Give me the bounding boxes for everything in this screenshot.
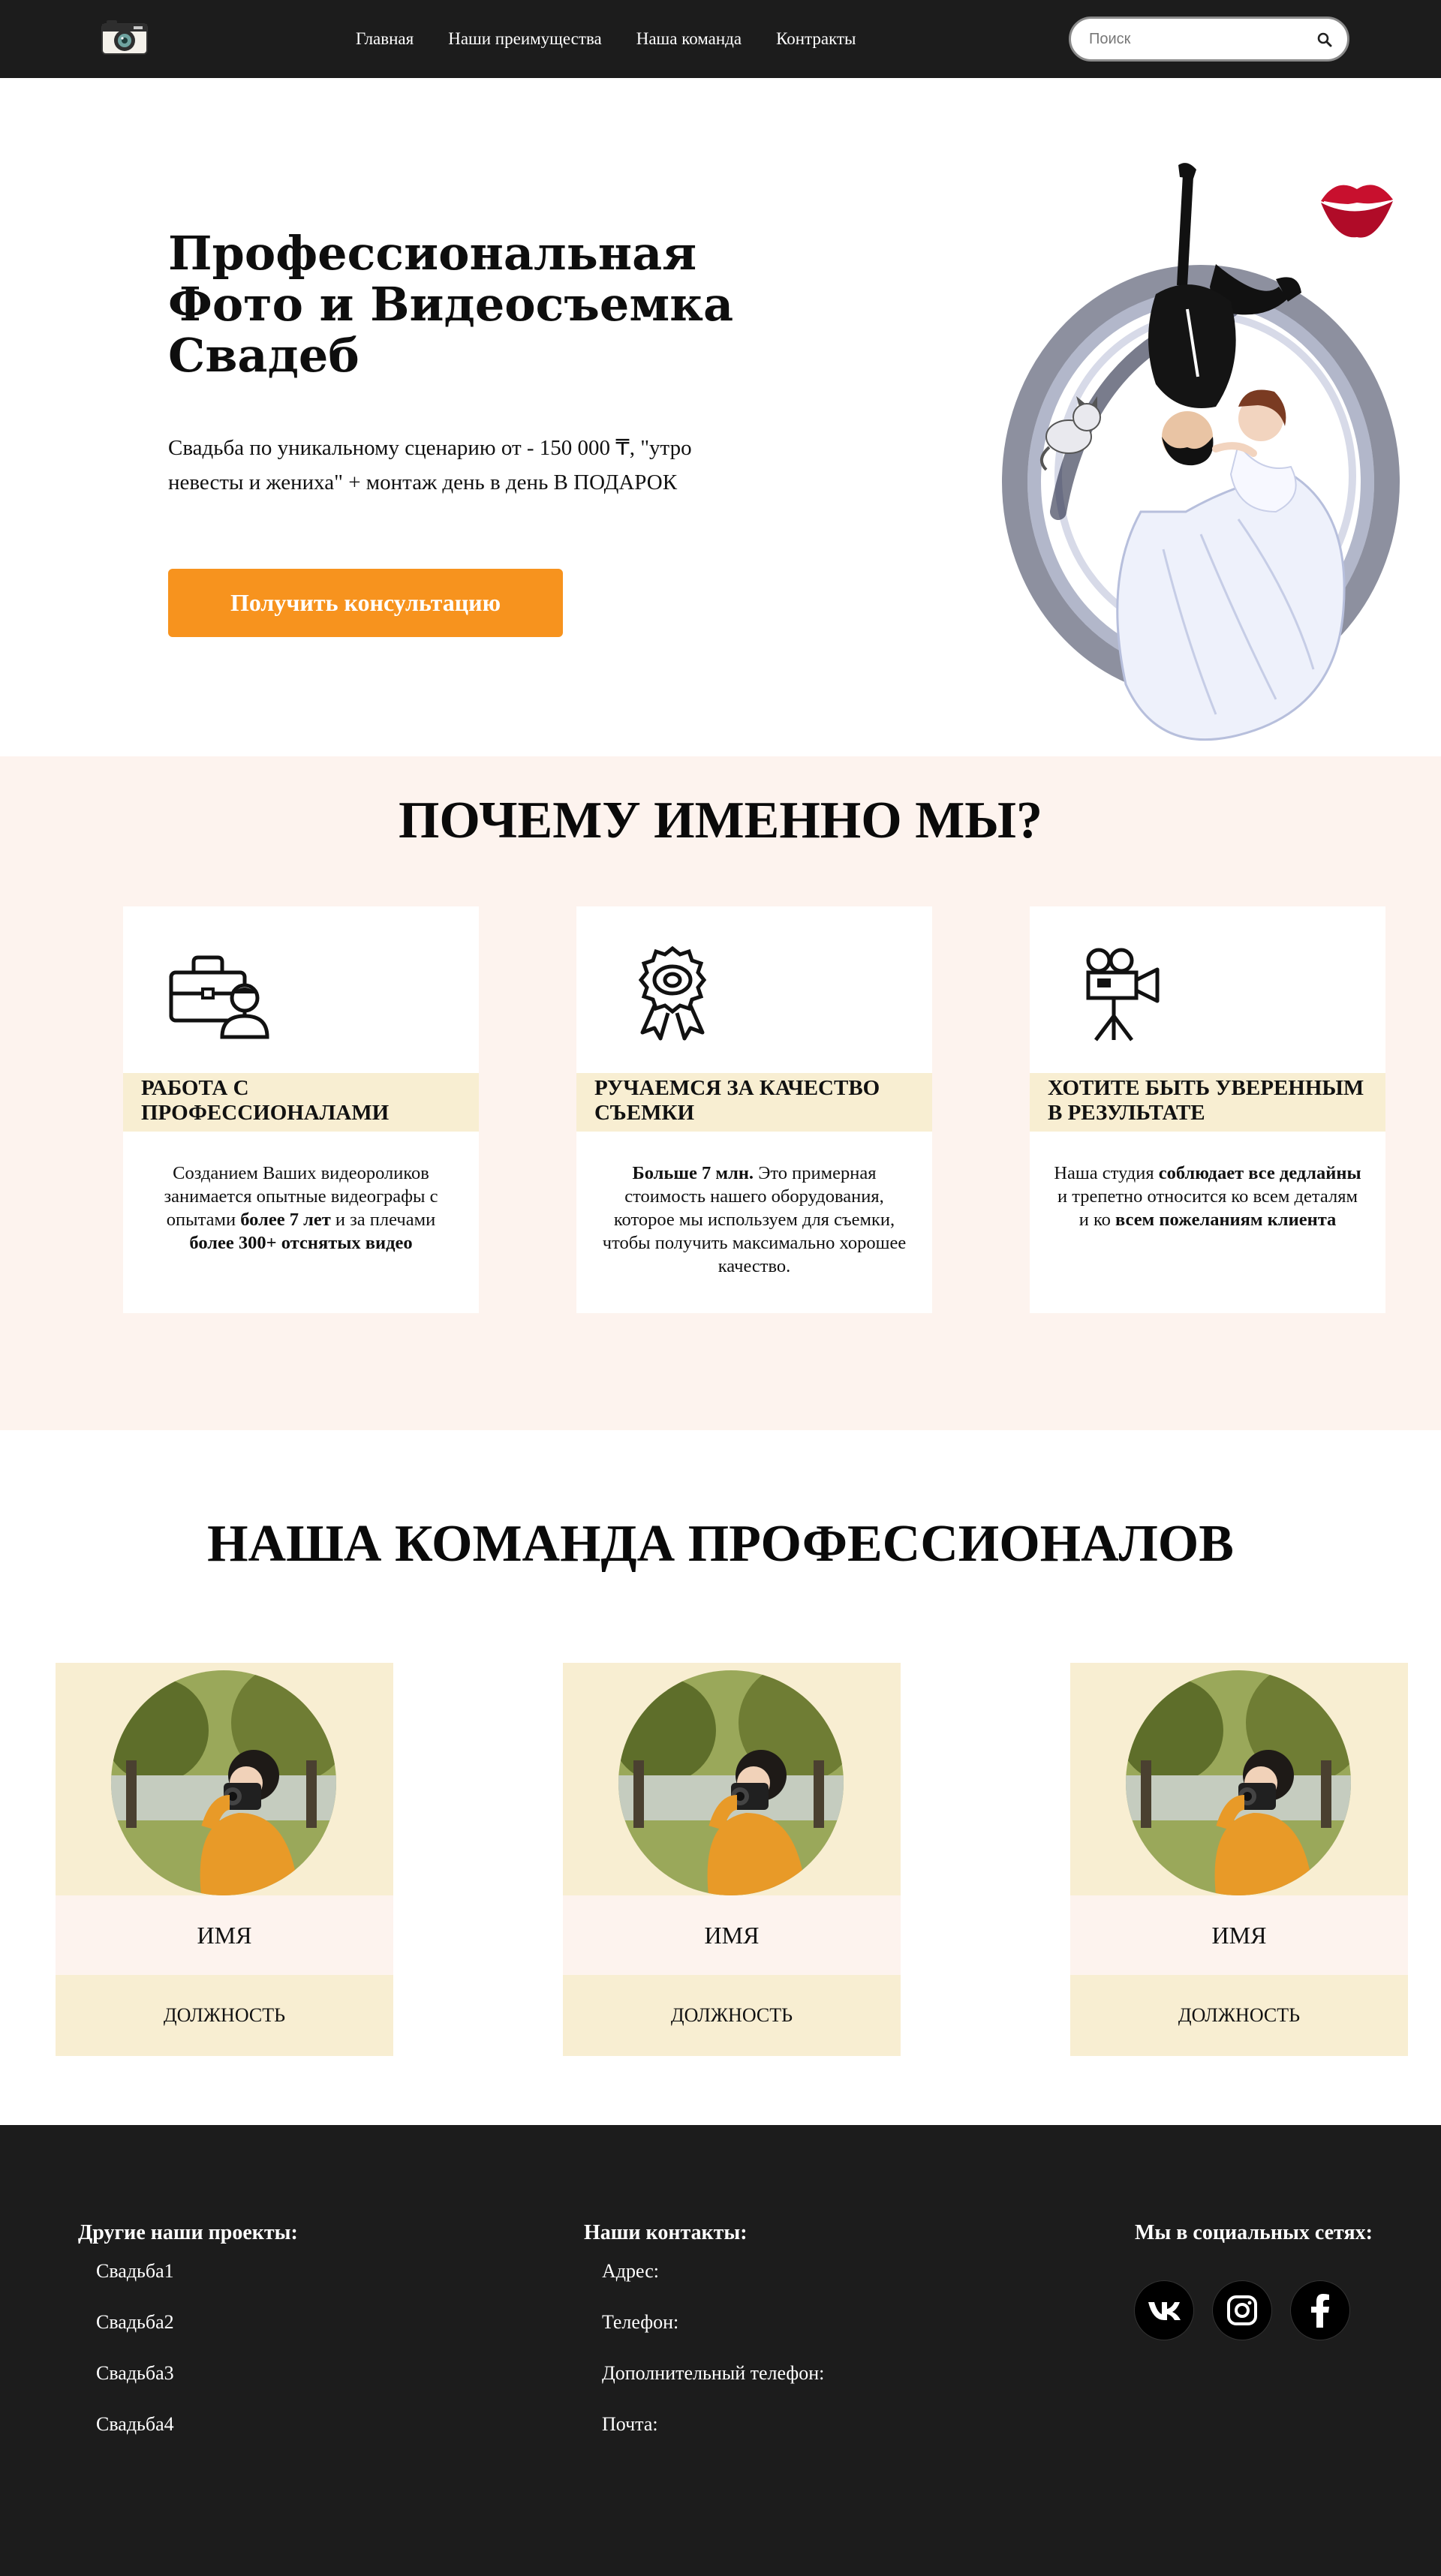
- vk-icon[interactable]: [1135, 2281, 1193, 2340]
- member-name: ИМЯ: [1070, 1895, 1408, 1975]
- top-nav-bar: Главная Наши преимущества Наша команда К…: [0, 0, 1441, 78]
- card-highlight: более 7 лет: [240, 1210, 331, 1230]
- project-link[interactable]: Свадьба3: [96, 2362, 298, 2413]
- project-link[interactable]: Свадьба1: [96, 2260, 298, 2311]
- team-member-card: ИМЯ ДОЛЖНОСТЬ: [56, 1663, 393, 2056]
- member-role: ДОЛЖНОСТЬ: [563, 1975, 901, 2056]
- footer: Другие наши проекты: Свадьба1 Свадьба2 С…: [0, 2125, 1441, 2576]
- team-member-card: ИМЯ ДОЛЖНОСТЬ: [1070, 1663, 1408, 2056]
- footer-projects: Другие наши проекты: Свадьба1 Свадьба2 С…: [78, 2221, 298, 2464]
- card-text: Наша студия: [1054, 1163, 1159, 1183]
- card-description: Созданием Ваших видеороликов занимается …: [146, 1162, 456, 1255]
- social-links: [1135, 2281, 1373, 2340]
- member-role: ДОЛЖНОСТЬ: [56, 1975, 393, 2056]
- contact-phone: Телефон:: [602, 2311, 679, 2333]
- card-text: и за плечами: [330, 1210, 436, 1230]
- footer-social: Мы в социальных сетях:: [1135, 2221, 1373, 2340]
- wedding-couple-illustration: [1002, 163, 1400, 741]
- card-highlight: всем пожеланиям клиента: [1115, 1210, 1337, 1230]
- camera-icon[interactable]: [101, 18, 149, 56]
- search-box: [1069, 17, 1349, 62]
- nav-advantages[interactable]: Наши преимущества: [448, 29, 601, 49]
- facebook-icon[interactable]: [1291, 2281, 1349, 2340]
- search-input[interactable]: [1071, 30, 1296, 48]
- nav-home[interactable]: Главная: [356, 29, 414, 49]
- nav-contracts[interactable]: Контракты: [776, 29, 856, 49]
- photographer-photo: [618, 1670, 844, 1895]
- hero-description: Свадьба по уникальному сценарию от - 150…: [168, 436, 692, 494]
- advantage-card-quality: РУЧАЕМСЯ ЗА КАЧЕСТВО СЪЕМКИ Больше 7 млн…: [576, 906, 932, 1313]
- member-name: ИМЯ: [56, 1895, 393, 1975]
- team-member-card: ИМЯ ДОЛЖНОСТЬ: [563, 1663, 901, 2056]
- card-highlight: Больше 7 млн.: [632, 1163, 754, 1183]
- team-title: НАША КОМАНДА ПРОФЕССИОНАЛОВ: [207, 1515, 1234, 1573]
- video-camera-icon: [1086, 948, 1160, 1042]
- advantage-card-professionals: РАБОТА С ПРОФЕССИОНАЛАМИ Созданием Ваших…: [123, 906, 479, 1313]
- footer-contacts-title: Наши контакты:: [584, 2221, 748, 2244]
- advantages-title: ПОЧЕМУ ИМЕННО МЫ?: [398, 792, 1042, 849]
- get-consultation-button[interactable]: Получить консультацию: [168, 569, 563, 637]
- main-nav: Главная Наши преимущества Наша команда К…: [356, 0, 856, 78]
- photographer-photo: [1126, 1670, 1351, 1895]
- search-icon[interactable]: [1316, 31, 1334, 49]
- lipstick-kiss-icon: [1321, 185, 1393, 238]
- hero-section: Профессиональная Фото и Видеосъемка Свад…: [0, 78, 1441, 756]
- footer-social-title: Мы в социальных сетях:: [1135, 2221, 1373, 2244]
- card-title: ХОТИТЕ БЫТЬ УВЕРЕННЫМ В РЕЗУЛЬТАТЕ: [1030, 1073, 1385, 1132]
- member-name: ИМЯ: [563, 1895, 901, 1975]
- card-title: РАБОТА С ПРОФЕССИОНАЛАМИ: [123, 1073, 479, 1132]
- award-icon: [638, 945, 707, 1041]
- card-description: Больше 7 млн. Это примерная стоимость на…: [599, 1162, 910, 1278]
- footer-contacts: Наши контакты: Адрес: Телефон: Дополните…: [584, 2221, 824, 2464]
- project-link[interactable]: Свадьба2: [96, 2311, 298, 2362]
- contact-address: Адрес:: [602, 2260, 659, 2282]
- advantages-section: ПОЧЕМУ ИМЕННО МЫ? РАБОТА С ПРОФЕССИОНАЛА…: [0, 756, 1441, 1430]
- card-highlight: соблюдает все дедлайны: [1158, 1163, 1361, 1183]
- photographer-photo: [111, 1670, 336, 1895]
- contact-email: Почта:: [602, 2413, 658, 2435]
- instagram-icon[interactable]: [1213, 2281, 1271, 2340]
- professional-icon: [169, 955, 269, 1039]
- contact-extra-phone: Дополнительный телефон:: [602, 2362, 825, 2384]
- nav-team[interactable]: Наша команда: [636, 29, 742, 49]
- card-title: РУЧАЕМСЯ ЗА КАЧЕСТВО СЪЕМКИ: [576, 1073, 932, 1132]
- project-link[interactable]: Свадьба4: [96, 2413, 298, 2464]
- hero-title: Профессиональная Фото и Видеосъемка Свад…: [168, 226, 734, 383]
- card-highlight: более 300+ отснятых видео: [189, 1233, 413, 1253]
- card-description: Наша студия соблюдает все дедлайны и тре…: [1052, 1162, 1363, 1231]
- advantage-card-result: ХОТИТЕ БЫТЬ УВЕРЕННЫМ В РЕЗУЛЬТАТЕ Наша …: [1030, 906, 1385, 1313]
- footer-projects-title: Другие наши проекты:: [78, 2221, 298, 2244]
- member-role: ДОЛЖНОСТЬ: [1070, 1975, 1408, 2056]
